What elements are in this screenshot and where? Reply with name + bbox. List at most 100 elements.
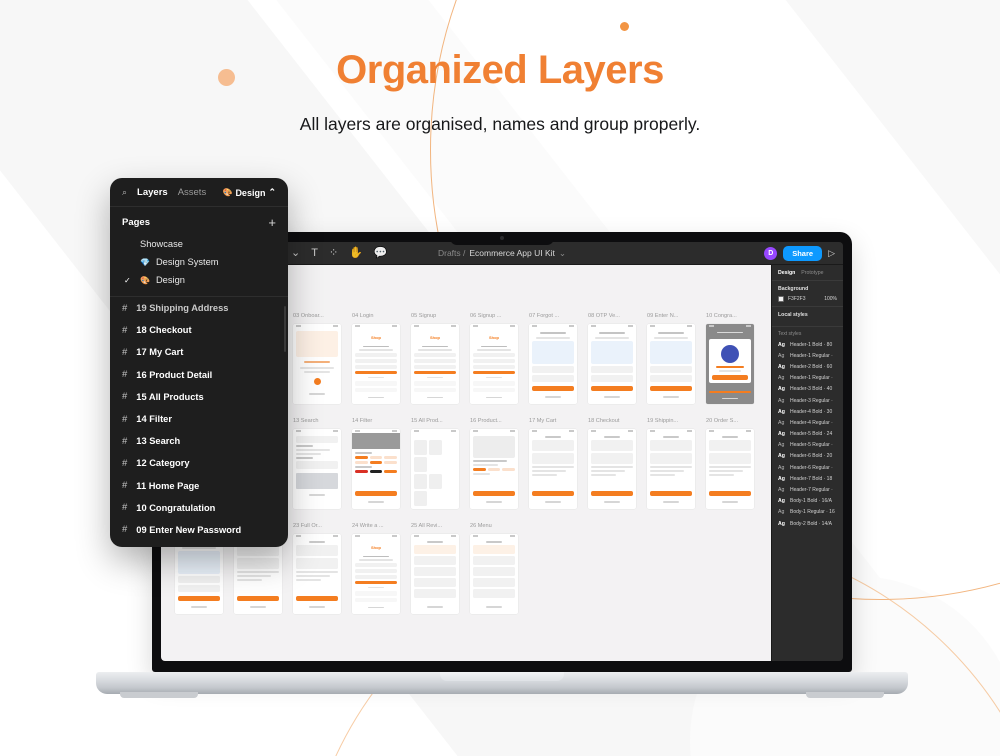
frame-thumbnail[interactable] [706,429,754,509]
text-styles-list[interactable]: Ag Header-1 Bold · 80 Ag Header-1 Regular ·… [772,339,843,535]
components-icon[interactable]: ⁘ [329,247,338,259]
layer-item[interactable]: #17 My Cart [110,341,288,363]
text-style-row[interactable]: Ag Header-7 Bold · 18 [778,473,837,484]
frame-thumbnail[interactable] [470,429,518,509]
canvas-frame[interactable]: 07 Forgot ... [529,313,577,404]
text-icon[interactable]: T [311,247,318,259]
text-style-row[interactable]: Ag Header-2 Bold · 60 [778,361,837,372]
text-style-row[interactable]: Ag Header-4 Bold · 30 [778,406,837,417]
canvas-frame[interactable]: 13 Search [293,418,341,509]
current-page-chip[interactable]: 🎨 Design ⌃ [222,187,276,198]
figma-document-title[interactable]: Drafts / Ecommerce App UI Kit ⌄ [438,248,566,259]
layer-item[interactable]: #15 All Products [110,386,288,408]
text-style-row[interactable]: Ag Header-6 Regular · [778,462,837,473]
text-style-row[interactable]: Ag Body-1 Bold · 16/A [778,496,837,507]
frame-thumbnail[interactable] [293,534,341,614]
canvas-frame[interactable]: 17 My Cart [529,418,577,509]
text-style-row[interactable]: Ag Header-5 Bold · 24 [778,429,837,440]
text-style-row[interactable]: Ag Header-1 Bold · 80 [778,339,837,350]
page-item-showcase[interactable]: Showcase [110,235,288,253]
tab-assets[interactable]: Assets [178,187,207,198]
search-icon[interactable]: ⌕ [122,187,127,198]
background-color-row[interactable]: F3F2F3 100% [778,296,837,302]
tab-layers[interactable]: Layers [137,187,168,198]
frame-thumbnail[interactable]: Shop [352,534,400,614]
text-style-row[interactable]: Ag Body-2 Bold · 14/A [778,518,837,529]
text-style-name: Header-5 Regular · [790,442,833,449]
frame-thumbnail[interactable] [647,324,695,404]
canvas-frame[interactable]: 23 Full Or... [293,523,341,614]
chevron-down-icon[interactable]: ⌄ [559,248,566,259]
layer-item[interactable]: #19 Shipping Address [110,297,288,319]
text-style-row[interactable]: Ag Header-6 Bold · 20 [778,451,837,462]
frame-thumbnail[interactable]: Shop [352,324,400,404]
canvas-frame[interactable]: 09 Enter N... [647,313,695,404]
frame-thumbnail[interactable] [470,534,518,614]
frame-thumbnail[interactable] [647,429,695,509]
frame-thumbnail[interactable] [293,324,341,404]
canvas-frame[interactable]: 18 Checkout [588,418,636,509]
scrollbar[interactable] [284,306,286,352]
canvas-frame[interactable]: 16 Product... [470,418,518,509]
page-item-design[interactable]: ✓ 🎨 Design [110,271,288,289]
layer-item[interactable]: #09 Enter New Password [110,519,288,541]
layer-item[interactable]: #11 Home Page [110,475,288,497]
text-style-row[interactable]: Ag Header-3 Bold · 40 [778,384,837,395]
frame-thumbnail[interactable] [352,429,400,509]
text-style-preview: Ag [778,419,785,426]
frame-thumbnail[interactable]: Shop [411,324,459,404]
canvas-frame[interactable]: 19 Shippin... [647,418,695,509]
layer-item[interactable]: #14 Filter [110,408,288,430]
canvas-frame[interactable]: 24 Write a ... Shop [352,523,400,614]
text-style-row[interactable]: Ag Header-5 Regular · [778,440,837,451]
frame-thumbnail[interactable] [529,429,577,509]
layer-item[interactable]: #16 Product Detail [110,364,288,386]
frame-thumbnail[interactable] [529,324,577,404]
color-swatch[interactable] [778,296,784,302]
avatar[interactable]: D [764,246,778,260]
canvas-frame[interactable]: 14 Filter [352,418,400,509]
layer-item-label: 13 Search [136,436,181,447]
frame-thumbnail[interactable] [411,534,459,614]
frame-label: 07 Forgot ... [529,313,560,319]
layer-item[interactable]: #18 Checkout [110,319,288,341]
text-style-row[interactable]: Ag Header-1 Regular · [778,350,837,361]
layer-item[interactable]: #13 Search [110,430,288,452]
frame-thumbnail[interactable] [293,429,341,509]
tab-prototype[interactable]: Prototype [801,270,823,276]
frame-thumbnail[interactable] [411,429,459,509]
frame-thumbnail[interactable] [588,429,636,509]
canvas-frame[interactable]: 26 Menu [470,523,518,614]
layer-item[interactable]: #12 Category [110,452,288,474]
text-style-row[interactable]: Ag Body-1 Regular · 16 [778,507,837,518]
pages-list[interactable]: Showcase 💎 Design System ✓ 🎨 Design [110,235,288,289]
comment-icon[interactable]: 💬 [374,247,388,259]
layers-list[interactable]: #19 Shipping Address #18 Checkout #17 My C… [110,297,288,541]
canvas-frame[interactable]: 06 Signup ... Shop [470,313,518,404]
canvas-frame[interactable]: 04 Login Shop [352,313,400,404]
canvas-frame[interactable]: 15 All Prod... [411,418,459,509]
text-style-row[interactable]: Ag Header-7 Regular · [778,484,837,495]
canvas-frame[interactable]: 25 All Revi... [411,523,459,614]
chevron-down-icon[interactable]: ⌄ [291,247,300,259]
frame-thumbnail[interactable] [706,324,754,404]
add-page-button[interactable]: + [268,216,276,229]
frame-thumbnail[interactable] [588,324,636,404]
hand-icon[interactable]: ✋ [349,247,363,259]
tab-design[interactable]: Design [778,270,795,276]
text-style-row[interactable]: Ag Header-3 Regular · [778,395,837,406]
layer-item[interactable]: #10 Congratulation [110,497,288,519]
canvas-frame[interactable]: 03 Onboar... [293,313,341,404]
share-button[interactable]: Share [783,245,823,261]
text-style-row[interactable]: Ag Header-4 Regular · [778,417,837,428]
canvas-frame[interactable]: 10 Congra... [706,313,754,404]
page-item-design-system[interactable]: 💎 Design System [110,253,288,271]
frame-thumbnail[interactable]: Shop [470,324,518,404]
chevron-up-icon[interactable]: ⌃ [268,187,276,198]
present-icon[interactable]: ▷ [828,248,835,259]
canvas-frame[interactable]: 05 Signup Shop [411,313,459,404]
canvas-frame[interactable]: 20 Order S... [706,418,754,509]
text-style-row[interactable]: Ag Header-1 Regular · [778,373,837,384]
canvas-frame[interactable]: 08 OTP Ve... [588,313,636,404]
layers-panel[interactable]: ⌕ Layers Assets 🎨 Design ⌃ Pages + Showc… [110,178,288,548]
